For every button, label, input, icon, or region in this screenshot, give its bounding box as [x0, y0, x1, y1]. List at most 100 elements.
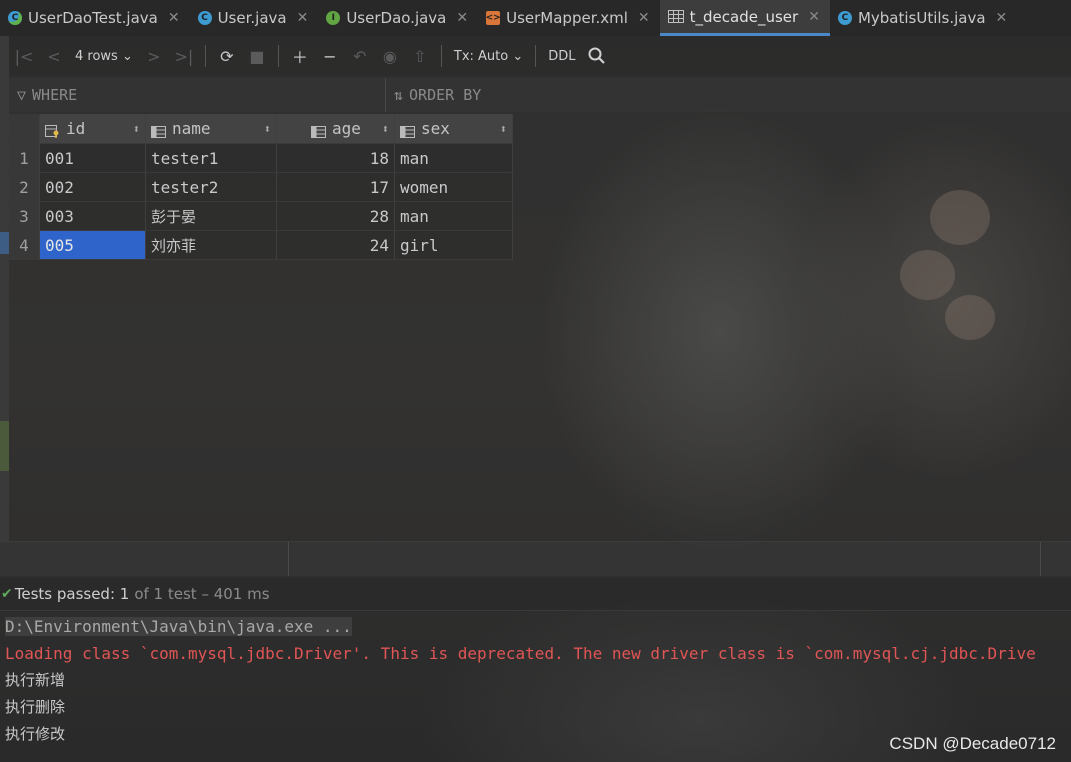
- close-icon[interactable]: ✕: [168, 10, 180, 26]
- rows-count-dropdown[interactable]: 4 rows ⌄: [69, 49, 139, 64]
- watermark-text: CSDN @Decade0712: [889, 734, 1056, 753]
- where-label: WHERE: [32, 86, 78, 104]
- cell-age[interactable]: 17: [277, 173, 395, 202]
- tab-label: User.java: [217, 9, 287, 27]
- cell-sex[interactable]: man: [395, 202, 513, 231]
- tab-user[interactable]: C User.java ✕: [190, 0, 319, 36]
- column-icon: [400, 123, 415, 138]
- stop-icon[interactable]: ■: [242, 42, 272, 70]
- tab-usermapper[interactable]: <> UserMapper.xml ✕: [478, 0, 660, 36]
- column-header-sex[interactable]: sex ⬍: [395, 114, 513, 144]
- panel-splitter[interactable]: [1040, 542, 1041, 576]
- delete-row-icon[interactable]: −: [315, 42, 345, 70]
- cell-id[interactable]: 003: [40, 202, 146, 231]
- order-by-input[interactable]: ⇅ ORDER BY: [386, 78, 481, 112]
- preview-changes-icon[interactable]: ◉: [375, 42, 405, 70]
- grid-header-row: id ⬍ name ⬍ age ⬍ sex ⬍: [9, 114, 513, 144]
- sort-toggle-icon[interactable]: ⬍: [500, 122, 507, 136]
- left-gutter: [0, 36, 9, 541]
- tx-mode-label: Tx: Auto: [453, 48, 509, 64]
- column-header-age[interactable]: age ⬍: [277, 114, 395, 144]
- cell-name[interactable]: tester1: [146, 144, 277, 173]
- cell-age[interactable]: 18: [277, 144, 395, 173]
- search-icon[interactable]: [582, 42, 612, 70]
- cell-sex[interactable]: man: [395, 144, 513, 173]
- row-number[interactable]: 3: [9, 202, 40, 231]
- close-icon[interactable]: ✕: [996, 10, 1008, 26]
- console-warning-line: Loading class `com.mysql.jdbc.Driver'. T…: [5, 644, 1036, 663]
- column-icon: [151, 123, 166, 138]
- sort-toggle-icon[interactable]: ⬍: [382, 122, 389, 136]
- cell-age[interactable]: 24: [277, 231, 395, 260]
- where-filter-input[interactable]: ▽ WHERE: [9, 78, 386, 112]
- gutter-marker: [0, 421, 9, 471]
- decorative-flower: [945, 295, 995, 340]
- sort-icon: ⇅: [394, 86, 404, 104]
- row-number[interactable]: 4: [9, 231, 40, 260]
- table-icon: [667, 10, 684, 23]
- tab-label: UserDaoTest.java: [28, 9, 158, 27]
- tab-mybatisutils[interactable]: C MybatisUtils.java ✕: [830, 0, 1017, 36]
- console-command-line: D:\Environment\Java\bin\java.exe ...: [5, 613, 1071, 640]
- class-icon: C: [837, 11, 852, 25]
- console-command-text: D:\Environment\Java\bin\java.exe ...: [5, 617, 352, 636]
- editor-tab-bar: C UserDaoTest.java ✕ C User.java ✕ I Use…: [0, 0, 1071, 37]
- check-icon: ✔: [1, 586, 13, 602]
- tab-userdao[interactable]: I UserDao.java ✕: [318, 0, 478, 36]
- column-header-id[interactable]: id ⬍: [40, 114, 146, 144]
- sort-toggle-icon[interactable]: ⬍: [133, 122, 140, 136]
- toolbar-separator: [277, 45, 279, 67]
- column-header-label: sex: [421, 119, 450, 138]
- tx-mode-dropdown[interactable]: Tx: Auto ⌄: [448, 49, 529, 64]
- cell-id[interactable]: 001: [40, 144, 146, 173]
- test-class-icon: C: [8, 11, 22, 25]
- close-icon[interactable]: ✕: [638, 10, 650, 26]
- close-icon[interactable]: ✕: [808, 9, 820, 25]
- order-by-label: ORDER BY: [409, 86, 482, 104]
- row-number[interactable]: 2: [9, 173, 40, 202]
- console-output-line: 执行删除: [5, 698, 66, 716]
- run-panel-toolbar: [0, 541, 1071, 576]
- sort-toggle-icon[interactable]: ⬍: [264, 122, 271, 136]
- table-row[interactable]: 1 001 tester1 18 man: [9, 144, 513, 173]
- tab-label: t_decade_user: [689, 7, 799, 26]
- column-header-label: id: [66, 119, 86, 138]
- filter-icon: ▽: [17, 86, 27, 104]
- last-page-icon[interactable]: >|: [169, 42, 199, 70]
- primary-key-column-icon: [45, 123, 60, 138]
- table-row[interactable]: 3 003 彭于晏 28 man: [9, 202, 513, 231]
- test-status-bar: ✔ Tests passed: 1 of 1 test – 401 ms: [0, 578, 1071, 611]
- panel-splitter[interactable]: [288, 542, 289, 576]
- tab-label: MybatisUtils.java: [857, 9, 986, 27]
- revert-icon[interactable]: ↶: [345, 42, 375, 70]
- row-number-header: [9, 114, 40, 144]
- cell-age[interactable]: 28: [277, 202, 395, 231]
- filter-bar: ▽ WHERE ⇅ ORDER BY: [9, 78, 1071, 112]
- cell-id[interactable]: 002: [40, 173, 146, 202]
- refresh-icon[interactable]: ⟳: [212, 42, 242, 70]
- submit-icon[interactable]: ⇧: [405, 42, 435, 70]
- add-row-icon[interactable]: ＋: [285, 42, 315, 70]
- ddl-button[interactable]: DDL: [542, 49, 581, 64]
- previous-page-icon[interactable]: <: [39, 42, 69, 70]
- table-row[interactable]: 2 002 tester2 17 women: [9, 173, 513, 202]
- column-header-label: name: [172, 119, 211, 138]
- column-header-name[interactable]: name ⬍: [146, 114, 277, 144]
- toolbar-separator: [535, 45, 537, 67]
- cell-id-selected[interactable]: 005: [40, 231, 146, 260]
- tab-t-decade-user[interactable]: t_decade_user ✕: [659, 0, 830, 36]
- table-row[interactable]: 4 005 刘亦菲 24 girl: [9, 231, 513, 260]
- tests-detail-label: of 1 test – 401 ms: [134, 585, 270, 603]
- tab-userdaotest[interactable]: C UserDaoTest.java ✕: [0, 0, 190, 36]
- chevron-down-icon: ⌄: [512, 48, 524, 64]
- cell-name[interactable]: 刘亦菲: [146, 231, 277, 260]
- first-page-icon[interactable]: |<: [9, 42, 39, 70]
- close-icon[interactable]: ✕: [297, 10, 309, 26]
- close-icon[interactable]: ✕: [456, 10, 468, 26]
- cell-name[interactable]: 彭于晏: [146, 202, 277, 231]
- cell-sex[interactable]: women: [395, 173, 513, 202]
- row-number[interactable]: 1: [9, 144, 40, 173]
- next-page-icon[interactable]: >: [139, 42, 169, 70]
- cell-name[interactable]: tester2: [146, 173, 277, 202]
- cell-sex[interactable]: girl: [395, 231, 513, 260]
